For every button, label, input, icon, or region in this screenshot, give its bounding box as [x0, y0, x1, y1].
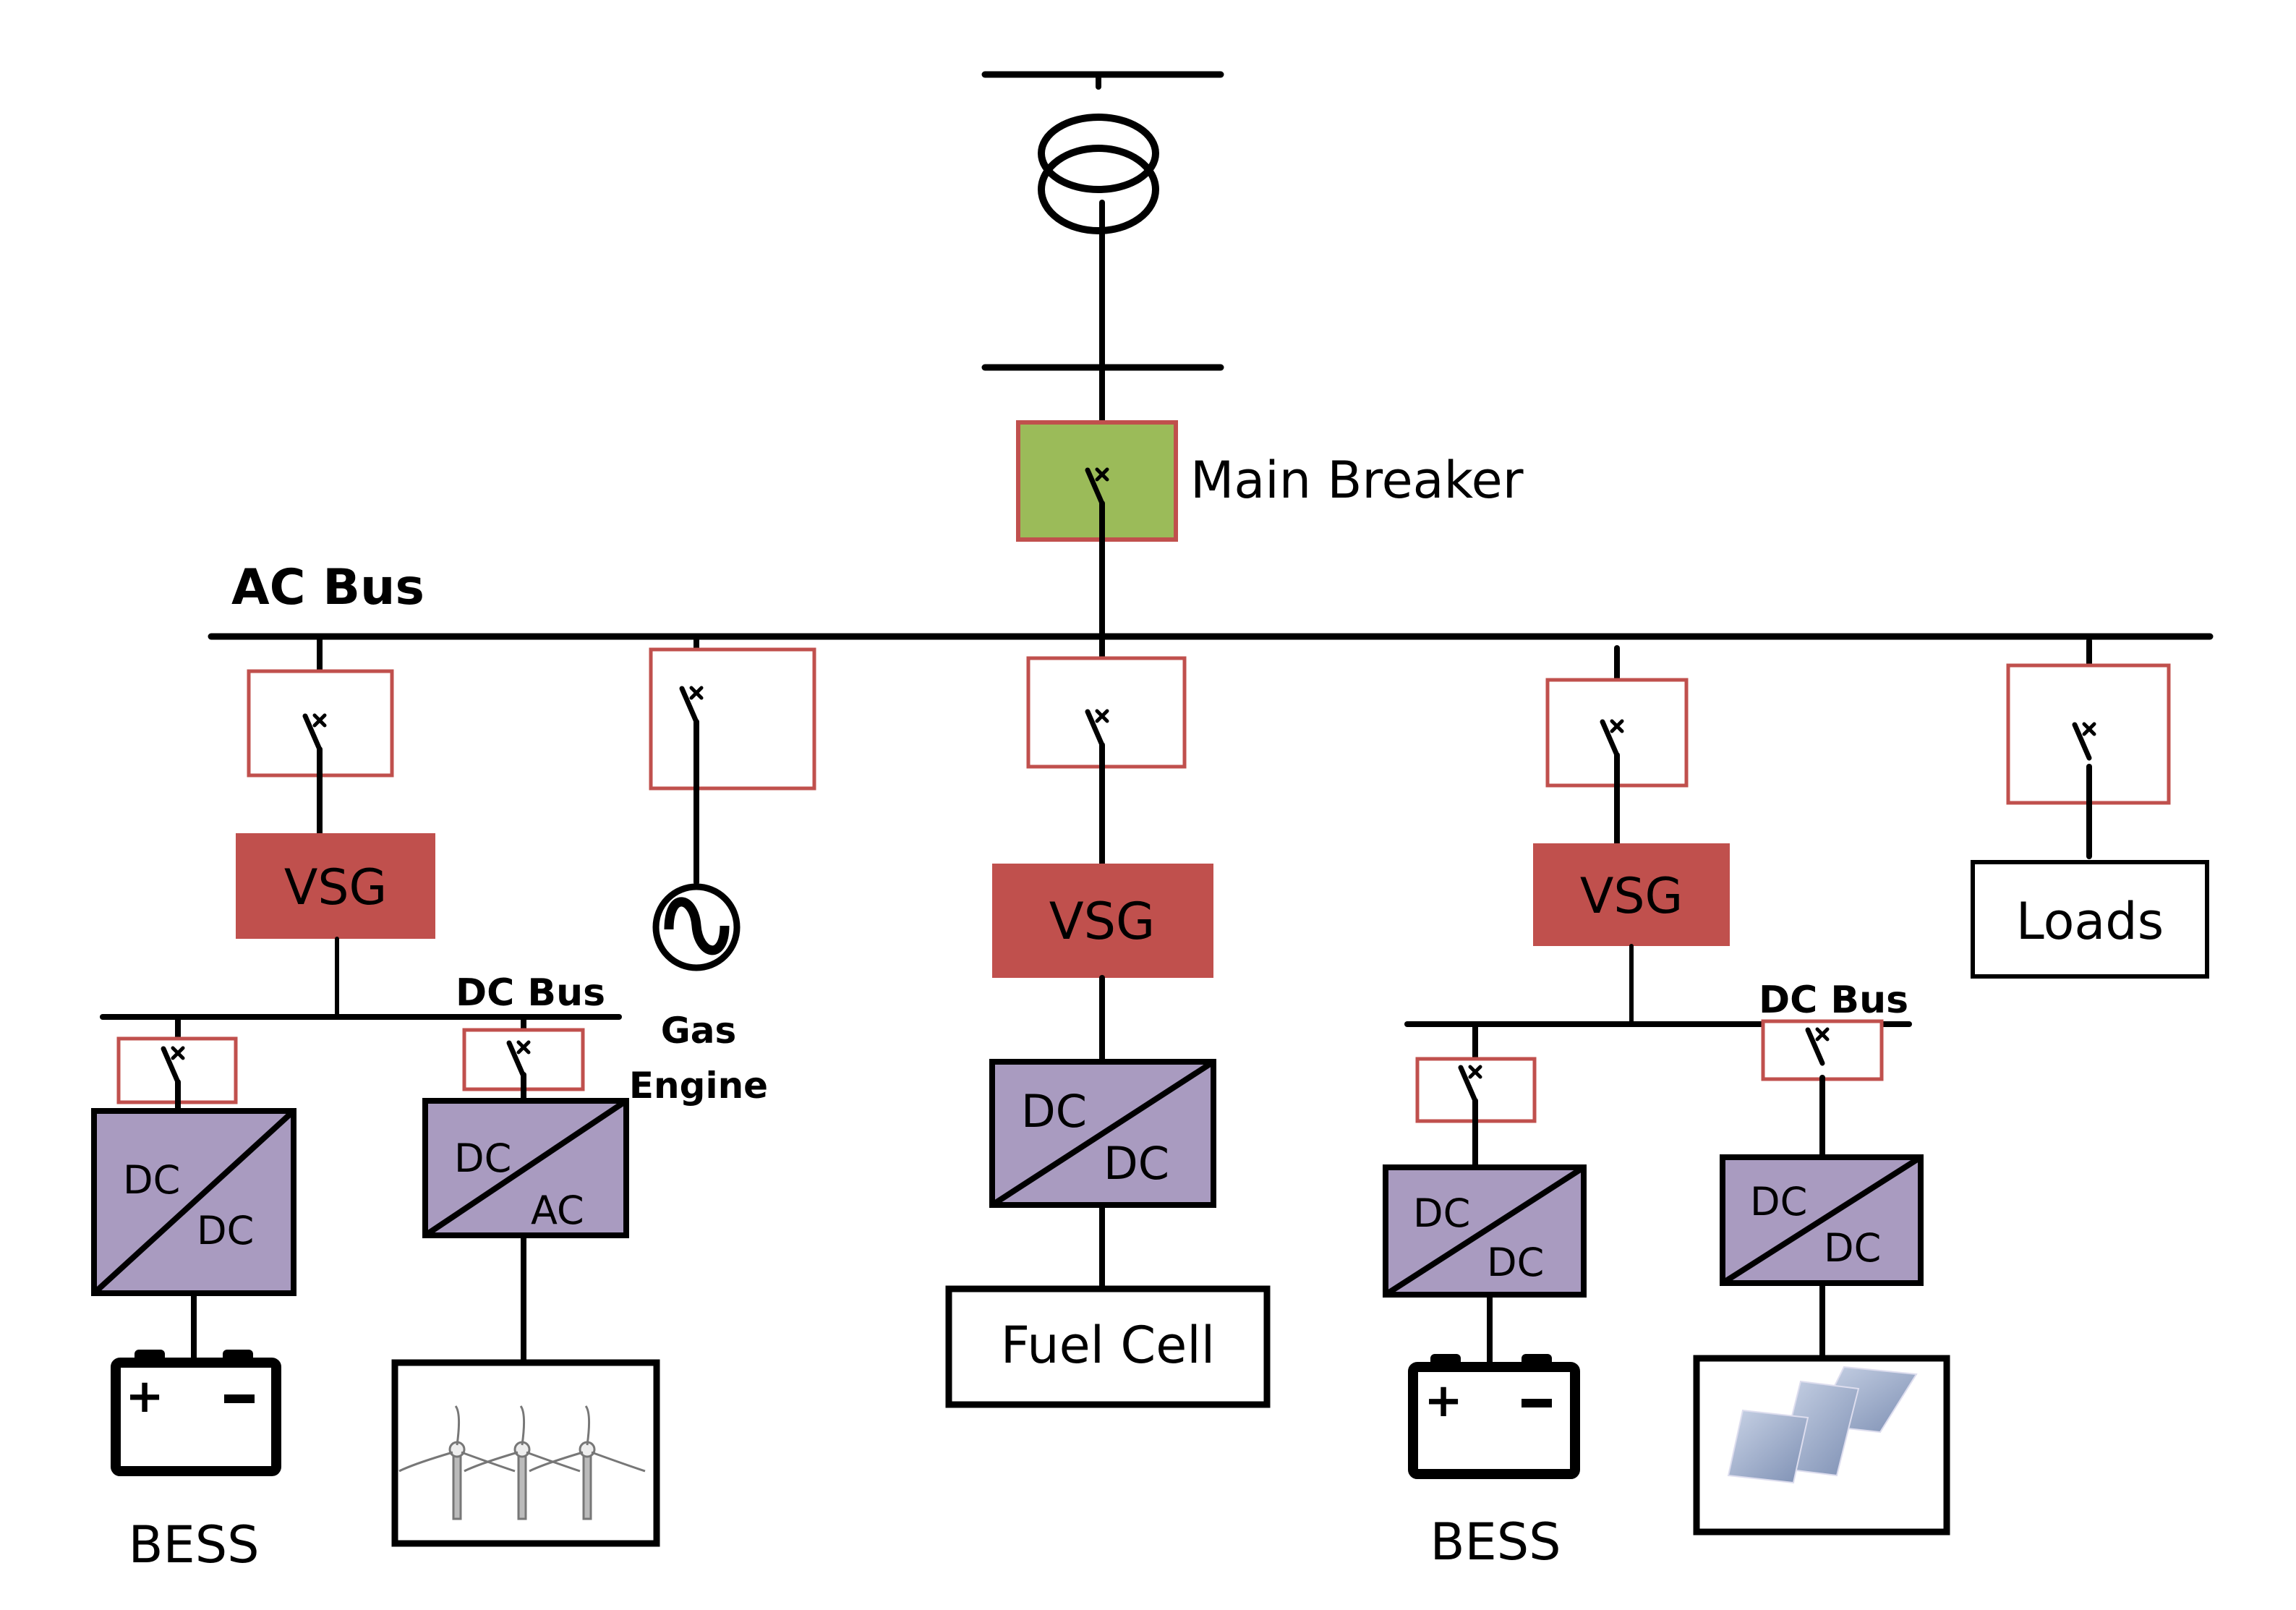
- solar-panel-box: [1693, 1355, 1950, 1536]
- ac-generator-icon[interactable]: [652, 883, 741, 971]
- battery-plus: +: [1424, 1374, 1463, 1428]
- fuel-cell-box[interactable]: Fuel Cell: [945, 1285, 1271, 1408]
- feeder-gas-engine: Gas Engine: [629, 634, 816, 1107]
- bess-left-label: BESS: [128, 1515, 259, 1575]
- vsg-right[interactable]: VSG: [1533, 843, 1730, 946]
- converter-input-label: DC: [123, 1157, 180, 1203]
- battery-icon: +: [111, 1350, 281, 1476]
- converter-input-label: DC: [1750, 1179, 1807, 1224]
- feeder-left-vsg: VSG DC Bus DC DC + BESS DC AC: [91, 634, 660, 1575]
- breaker-center[interactable]: [1026, 656, 1187, 769]
- bess-right-label: BESS: [1430, 1512, 1561, 1572]
- ac-bus-label: AC Bus: [231, 559, 424, 616]
- converter-wind[interactable]: DC AC: [422, 1098, 629, 1238]
- microgrid-diagram: Main Breaker AC Bus VSG DC Bus DC DC + B…: [91, 71, 2214, 1575]
- vsg-right-label: VSG: [1580, 868, 1683, 925]
- converter-output-label: DC: [197, 1208, 254, 1253]
- converter-bess-right[interactable]: DC DC: [1383, 1164, 1587, 1298]
- fuel-cell-label: Fuel Cell: [1001, 1316, 1215, 1375]
- gas-engine-label-line2: Engine: [629, 1065, 768, 1107]
- vsg-fuel-cell[interactable]: VSG: [992, 864, 1213, 978]
- battery-minus: [1522, 1399, 1552, 1407]
- main-breaker[interactable]: [1016, 420, 1178, 639]
- wind-turbine-box: [391, 1359, 660, 1547]
- converter-input-label: DC: [454, 1136, 511, 1181]
- converter-output-label: DC: [1487, 1240, 1544, 1285]
- transformer-icon: [1038, 114, 1159, 234]
- converter-output-label: DC: [1824, 1225, 1881, 1271]
- dc-bus-right-label: DC Bus: [1759, 979, 1908, 1022]
- vsg-left-label: VSG: [284, 859, 387, 916]
- battery-plus: +: [125, 1370, 164, 1423]
- feeder-right-vsg: VSG DC Bus DC DC + BESS DC DC: [1383, 645, 1950, 1572]
- gas-engine-label-line1: Gas: [661, 1010, 737, 1052]
- main-breaker-label: Main Breaker: [1190, 451, 1524, 510]
- converter-bess-left[interactable]: DC DC: [91, 1108, 296, 1296]
- breaker-gas-engine[interactable]: [649, 647, 816, 791]
- battery-minus: [224, 1394, 255, 1403]
- converter-output-label: AC: [531, 1188, 584, 1233]
- converter-input-label: DC: [1021, 1085, 1087, 1138]
- battery-icon: +: [1408, 1354, 1580, 1479]
- converter-output-label: DC: [1104, 1137, 1169, 1190]
- converter-input-label: DC: [1413, 1191, 1470, 1236]
- vsg-left[interactable]: VSG: [236, 833, 435, 939]
- converter-pv[interactable]: DC DC: [1720, 1154, 1924, 1286]
- feeder-center-vsg: VSG DC DC Fuel Cell: [945, 634, 1271, 1408]
- vsg-fuel-cell-label: VSG: [1049, 892, 1156, 951]
- feeder-loads: Loads: [1971, 638, 2209, 979]
- loads-box[interactable]: Loads: [1971, 860, 2209, 979]
- loads-label: Loads: [2016, 892, 2164, 951]
- dc-bus-left-label: DC Bus: [456, 971, 605, 1015]
- breaker-pv[interactable]: [1761, 1019, 1884, 1081]
- converter-fuel-cell[interactable]: DC DC: [989, 1059, 1216, 1208]
